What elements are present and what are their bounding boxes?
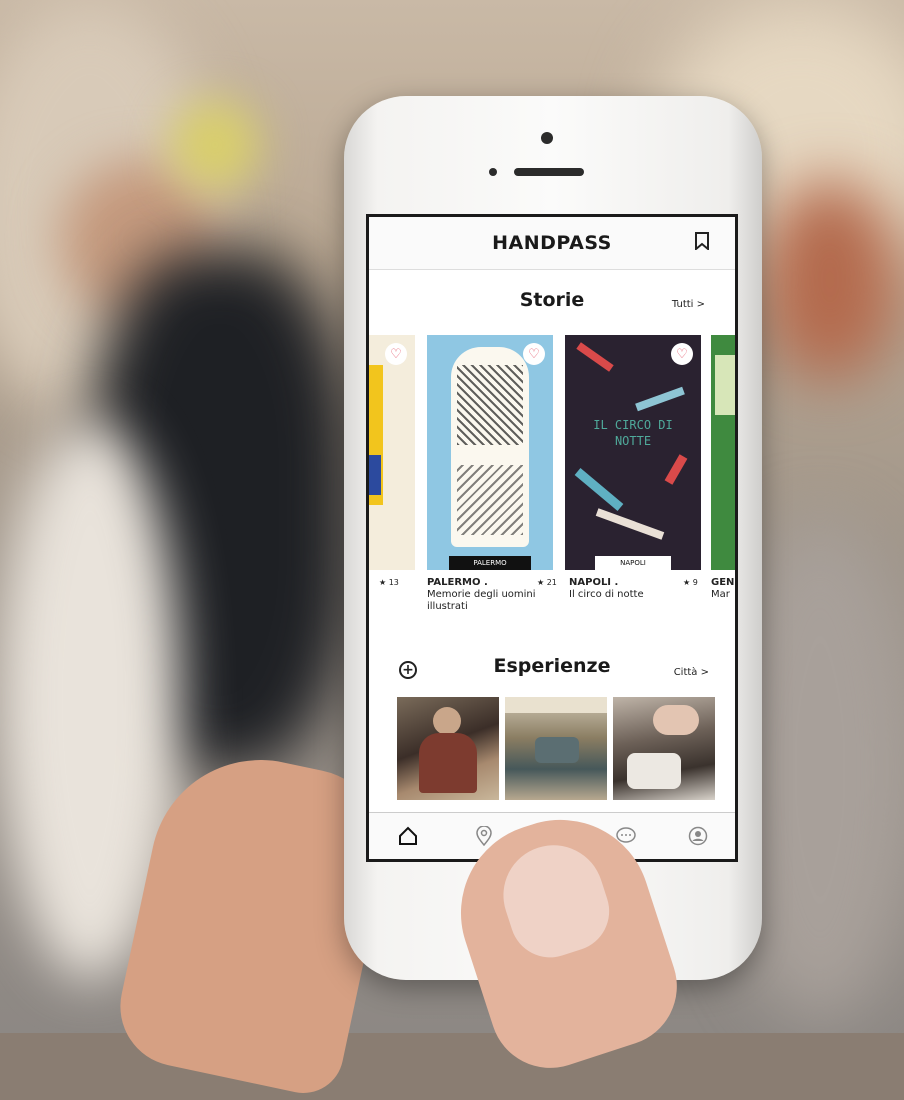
story-card-palermo[interactable]: PALERMO ♡ (427, 335, 553, 570)
proximity-sensor (489, 168, 497, 176)
cover-city-label: PALERMO (449, 556, 531, 570)
story-card[interactable] (711, 335, 735, 570)
favorite-heart-icon[interactable]: ♡ (523, 343, 545, 365)
esperienze-citta-link[interactable]: Città > (674, 667, 709, 678)
favorite-heart-icon[interactable]: ♡ (671, 343, 693, 365)
earpiece-speaker (514, 168, 584, 176)
ceramics-photo[interactable] (613, 697, 715, 800)
story-meta-palermo: PALERMO . Memorie degli uomini illustrat… (427, 577, 547, 613)
story-card[interactable]: ♡ (369, 335, 415, 570)
story-city: GEN (711, 577, 735, 588)
story-city: PALERMO . (427, 577, 488, 588)
story-rating: ★ 13 (379, 578, 399, 587)
favorite-heart-icon[interactable]: ♡ (385, 343, 407, 365)
story-meta: ★ 13 (379, 577, 399, 589)
story-meta-napoli: NAPOLI . Il circo di notte (569, 577, 679, 601)
storie-carousel[interactable]: ♡ PALERMO ♡ IL CIRCO DI NOTTE NAPOLI ♡ (369, 335, 735, 575)
story-rating: ★ 9 (683, 578, 698, 587)
courtyard-photo[interactable] (505, 697, 607, 800)
story-card-napoli[interactable]: IL CIRCO DI NOTTE NAPOLI ♡ (565, 335, 701, 570)
app-logo: HANDPASS (492, 232, 612, 254)
storie-tutti-link[interactable]: Tutti > (672, 299, 705, 310)
story-rating: ★ 21 (537, 578, 557, 587)
artisan-knitting-photo[interactable] (397, 697, 499, 800)
story-subtitle: Il circo di notte (569, 589, 644, 600)
app-header: HANDPASS (369, 217, 735, 270)
story-rating-next-row: ★ 9 (683, 577, 698, 589)
story-subtitle: Memorie degli uomini illustrati (427, 589, 536, 612)
story-rating-napoli-row: ★ 21 (537, 577, 557, 589)
cover-title: IL CIRCO DI NOTTE (593, 418, 673, 448)
profile-icon[interactable] (685, 823, 711, 849)
cover-city-label: NAPOLI (595, 556, 671, 570)
bookmark-icon[interactable] (695, 232, 709, 250)
app-screen: HANDPASS Storie Tutti > ♡ PALERMO ♡ IL C… (366, 214, 738, 862)
story-meta-next: GEN Mar (711, 577, 735, 601)
story-subtitle: Mar (711, 589, 730, 600)
home-icon[interactable] (395, 823, 421, 849)
front-camera (541, 132, 553, 144)
story-city: NAPOLI . (569, 577, 619, 588)
